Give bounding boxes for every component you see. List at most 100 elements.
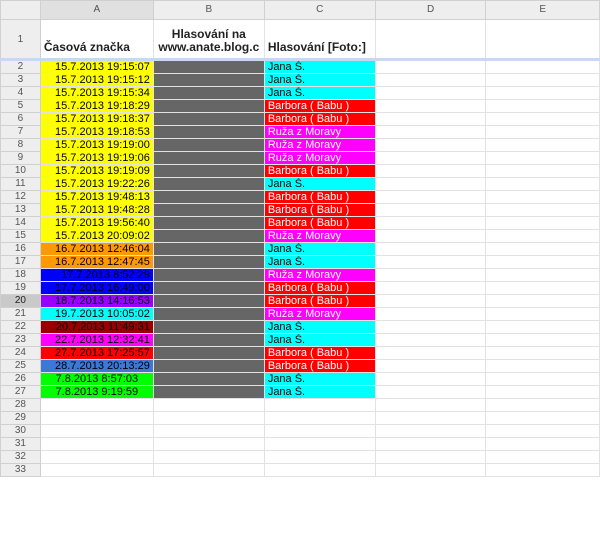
- row-header[interactable]: 3: [0, 73, 41, 87]
- column-header-b[interactable]: B: [152, 0, 265, 20]
- cell[interactable]: [374, 450, 487, 464]
- timestamp-cell[interactable]: 15.7.2013 19:48:28: [39, 203, 154, 217]
- cell[interactable]: [485, 19, 600, 60]
- cell[interactable]: [485, 86, 600, 100]
- vote-cell[interactable]: Jana Š.: [263, 333, 376, 347]
- vote-cell[interactable]: Jana Š.: [263, 177, 376, 191]
- vote-cell[interactable]: Ruža z Moravy: [263, 307, 376, 321]
- cell[interactable]: [263, 411, 376, 425]
- cell[interactable]: [374, 333, 487, 347]
- timestamp-cell[interactable]: 15.7.2013 20:09:02: [39, 229, 154, 243]
- row-header[interactable]: 27: [0, 385, 41, 399]
- vote-cell[interactable]: Jana Š.: [263, 255, 376, 269]
- row-header[interactable]: 14: [0, 216, 41, 230]
- hidden-vote-cell[interactable]: [152, 59, 265, 74]
- vote-cell[interactable]: Jana Š.: [263, 59, 376, 74]
- hidden-vote-cell[interactable]: [152, 281, 265, 295]
- timestamp-cell[interactable]: 17.7.2013 16:49:00: [39, 281, 154, 295]
- row-header[interactable]: 32: [0, 450, 41, 464]
- cell[interactable]: [374, 59, 487, 74]
- cell[interactable]: [485, 385, 600, 399]
- timestamp-cell[interactable]: 22.7.2013 12:32:41: [39, 333, 154, 347]
- vote-cell[interactable]: Ruža z Moravy: [263, 151, 376, 165]
- timestamp-cell[interactable]: 15.7.2013 19:56:40: [39, 216, 154, 230]
- cell[interactable]: [485, 463, 600, 477]
- hidden-vote-cell[interactable]: [152, 320, 265, 334]
- cell[interactable]: [485, 216, 600, 230]
- row-header[interactable]: 12: [0, 190, 41, 204]
- cell[interactable]: [263, 450, 376, 464]
- cell[interactable]: [39, 463, 154, 477]
- cell[interactable]: [374, 424, 487, 438]
- vote-cell[interactable]: Barbora ( Babu ): [263, 203, 376, 217]
- cell[interactable]: [374, 320, 487, 334]
- row-header[interactable]: 11: [0, 177, 41, 191]
- row-header[interactable]: 15: [0, 229, 41, 243]
- select-all-corner[interactable]: [0, 0, 41, 20]
- cell[interactable]: [374, 385, 487, 399]
- timestamp-cell[interactable]: 20.7.2013 11:49:31: [39, 320, 154, 334]
- timestamp-cell[interactable]: 15.7.2013 19:15:07: [39, 59, 154, 74]
- cell[interactable]: [374, 463, 487, 477]
- hidden-vote-cell[interactable]: [152, 86, 265, 100]
- row-header[interactable]: 23: [0, 333, 41, 347]
- cell[interactable]: [374, 190, 487, 204]
- timestamp-cell[interactable]: 15.7.2013 19:15:12: [39, 73, 154, 87]
- hidden-vote-cell[interactable]: [152, 190, 265, 204]
- cell[interactable]: [374, 255, 487, 269]
- timestamp-cell[interactable]: 28.7.2013 20:13:29: [39, 359, 154, 373]
- hidden-vote-cell[interactable]: [152, 294, 265, 308]
- cell[interactable]: [485, 151, 600, 165]
- cell[interactable]: [152, 424, 265, 438]
- cell[interactable]: [374, 86, 487, 100]
- row-header[interactable]: 22: [0, 320, 41, 334]
- cell[interactable]: [485, 203, 600, 217]
- vote-cell[interactable]: Jana Š.: [263, 73, 376, 87]
- hidden-vote-cell[interactable]: [152, 99, 265, 113]
- row-header[interactable]: 28: [0, 398, 41, 412]
- hidden-vote-cell[interactable]: [152, 359, 265, 373]
- cell[interactable]: [374, 281, 487, 295]
- timestamp-cell[interactable]: 15.7.2013 19:22:26: [39, 177, 154, 191]
- hidden-vote-cell[interactable]: [152, 372, 265, 386]
- row-header[interactable]: 33: [0, 463, 41, 477]
- cell[interactable]: [39, 424, 154, 438]
- vote-cell[interactable]: Jana Š.: [263, 242, 376, 256]
- cell[interactable]: [374, 359, 487, 373]
- cell[interactable]: [374, 242, 487, 256]
- vote-cell[interactable]: Jana Š.: [263, 86, 376, 100]
- cell[interactable]: [152, 463, 265, 477]
- cell[interactable]: [374, 437, 487, 451]
- row-header[interactable]: 9: [0, 151, 41, 165]
- timestamp-cell[interactable]: 15.7.2013 19:48:13: [39, 190, 154, 204]
- row-header[interactable]: 20: [0, 294, 41, 308]
- hidden-vote-cell[interactable]: [152, 255, 265, 269]
- hidden-vote-cell[interactable]: [152, 333, 265, 347]
- row-header[interactable]: 17: [0, 255, 41, 269]
- timestamp-cell[interactable]: 16.7.2013 12:46:04: [39, 242, 154, 256]
- cell[interactable]: [485, 177, 600, 191]
- cell[interactable]: [152, 398, 265, 412]
- timestamp-cell[interactable]: 7.8.2013 9:19:59: [39, 385, 154, 399]
- hidden-vote-cell[interactable]: [152, 125, 265, 139]
- timestamp-cell[interactable]: 16.7.2013 12:47:45: [39, 255, 154, 269]
- hidden-vote-cell[interactable]: [152, 216, 265, 230]
- vote-cell[interactable]: Jana Š.: [263, 320, 376, 334]
- row-header[interactable]: 6: [0, 112, 41, 126]
- cell[interactable]: [374, 229, 487, 243]
- cell[interactable]: [374, 294, 487, 308]
- cell[interactable]: [39, 450, 154, 464]
- cell[interactable]: [374, 138, 487, 152]
- row-header[interactable]: 31: [0, 437, 41, 451]
- vote-cell[interactable]: Barbora ( Babu ): [263, 99, 376, 113]
- vote-cell[interactable]: Ruža z Moravy: [263, 229, 376, 243]
- cell[interactable]: [485, 359, 600, 373]
- cell[interactable]: [485, 320, 600, 334]
- cell[interactable]: [485, 294, 600, 308]
- cell[interactable]: [485, 190, 600, 204]
- timestamp-cell[interactable]: 27.7.2013 17:25:57: [39, 346, 154, 360]
- cell[interactable]: [374, 203, 487, 217]
- column-header-e[interactable]: E: [485, 0, 600, 20]
- cell[interactable]: [485, 281, 600, 295]
- vote-cell[interactable]: Barbora ( Babu ): [263, 112, 376, 126]
